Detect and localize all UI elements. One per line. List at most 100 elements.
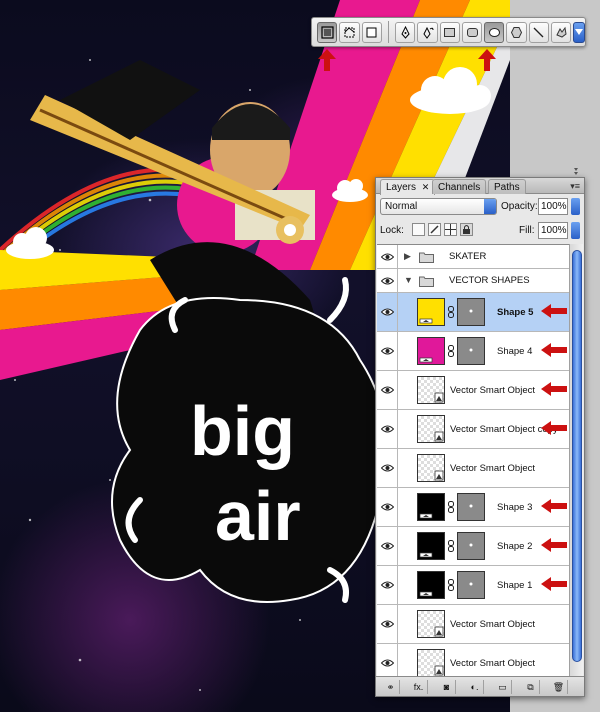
layer-thumbnail <box>417 532 445 560</box>
panel-menu-icon[interactable]: ▾≡ <box>570 181 580 192</box>
shape-layers-mode-button[interactable] <box>317 21 338 43</box>
layer-name: Shape 2 <box>497 541 533 552</box>
rounded-rectangle-tool-button[interactable] <box>461 21 483 43</box>
photoshop-workspace: big air Layers ✕ Channels Paths ▾≡ Norma… <box>0 0 600 712</box>
layer-group-row[interactable]: ▼ VECTOR SHAPES <box>377 269 569 293</box>
lock-label: Lock: <box>380 225 404 236</box>
layer-thumbnail <box>417 610 445 638</box>
tab-label: Layers <box>386 182 417 193</box>
paths-icon <box>344 26 355 37</box>
paths-mode-button[interactable] <box>339 21 360 43</box>
opacity-input[interactable]: 100% <box>538 198 568 215</box>
add-mask-icon[interactable]: ◙ <box>438 680 456 694</box>
polygon-tool-icon <box>511 26 523 38</box>
visibility-eye-icon[interactable] <box>377 371 398 409</box>
layer-list-scrollbar[interactable] <box>569 244 583 676</box>
tab-layers[interactable]: Layers ✕ <box>380 179 436 195</box>
scrollbar-thumb[interactable] <box>572 250 582 662</box>
pen-tool-icon <box>400 25 410 39</box>
layer-thumbnail <box>417 298 445 326</box>
layer-name: Shape 5 <box>497 307 534 318</box>
expanded-triangle-icon[interactable]: ▼ <box>404 275 413 285</box>
link-layers-icon[interactable]: ⚭ <box>382 680 400 694</box>
vector-mask-thumbnail <box>457 298 485 326</box>
link-icon[interactable] <box>448 306 454 318</box>
fill-pixels-icon <box>366 27 377 37</box>
shape-tool-options-bar <box>311 17 586 47</box>
lock-image-pixels-button[interactable] <box>428 223 441 236</box>
new-group-icon[interactable]: ▭ <box>494 680 512 694</box>
visibility-eye-icon[interactable] <box>377 410 398 448</box>
tab-channels[interactable]: Channels <box>432 179 487 194</box>
tab-label: Paths <box>494 182 520 193</box>
visibility-eye-icon[interactable] <box>377 566 398 604</box>
brush-icon <box>430 225 439 234</box>
link-icon[interactable] <box>448 501 454 513</box>
svg-text:big: big <box>190 392 295 470</box>
link-icon[interactable] <box>448 345 454 357</box>
blend-mode-select[interactable]: Normal <box>380 198 497 215</box>
red-arrow-left-icon <box>541 537 567 552</box>
red-arrow-up-icon <box>478 49 496 71</box>
adjustment-layer-icon[interactable]: ◐. <box>466 680 484 694</box>
layer-name: Shape 3 <box>497 502 533 513</box>
visibility-eye-icon[interactable] <box>377 605 398 643</box>
close-icon[interactable]: ✕ <box>422 182 430 192</box>
svg-text:air: air <box>215 477 301 555</box>
visibility-eye-icon[interactable] <box>377 449 398 487</box>
layer-row[interactable]: Vector Smart Object <box>377 605 569 644</box>
visibility-eye-icon[interactable] <box>377 269 398 292</box>
visibility-eye-icon[interactable] <box>377 527 398 565</box>
layer-thumbnail <box>417 493 445 521</box>
layer-thumbnail <box>417 454 445 482</box>
layer-style-icon[interactable]: fx. <box>410 680 428 694</box>
red-arrow-left-icon <box>541 381 567 396</box>
vector-mask-thumbnail <box>457 571 485 599</box>
chevron-down-icon <box>575 29 584 35</box>
move-icon <box>445 224 456 235</box>
shape-layers-icon <box>321 25 334 39</box>
collapse-panel-icon[interactable] <box>562 166 582 176</box>
tab-paths[interactable]: Paths <box>488 179 526 194</box>
layer-row[interactable]: Vector Smart Object <box>377 644 569 676</box>
layer-row[interactable]: Vector Smart Object <box>377 449 569 488</box>
lock-transparency-button[interactable] <box>412 223 425 236</box>
link-icon[interactable] <box>448 540 454 552</box>
line-tool-icon <box>533 27 544 37</box>
collapsed-triangle-icon[interactable]: ▶ <box>404 251 411 262</box>
visibility-eye-icon[interactable] <box>377 332 398 370</box>
fill-slider-button[interactable] <box>571 222 580 239</box>
lock-all-button[interactable] <box>460 223 473 236</box>
blend-mode-value: Normal <box>385 201 418 212</box>
ellipse-tool-button[interactable] <box>484 21 505 43</box>
fill-input[interactable]: 100% <box>538 222 568 239</box>
delete-layer-icon[interactable]: 🗑 <box>550 680 568 694</box>
lock-position-button[interactable] <box>444 223 457 236</box>
opacity-label: Opacity: <box>501 201 538 212</box>
vector-mask-thumbnail <box>457 532 485 560</box>
layer-name: Vector Smart Object <box>450 619 536 630</box>
opacity-slider-button[interactable] <box>571 198 580 215</box>
visibility-eye-icon[interactable] <box>377 245 398 268</box>
visibility-eye-icon[interactable] <box>377 293 398 331</box>
red-arrow-left-icon <box>541 498 567 513</box>
pen-tool-button[interactable] <box>394 21 416 43</box>
fill-pixels-mode-button[interactable] <box>361 21 382 43</box>
folder-icon <box>419 275 434 287</box>
lock-options-row: Lock: Fill: 100% <box>379 222 581 240</box>
layer-name: SKATER <box>449 251 487 262</box>
visibility-eye-icon[interactable] <box>377 488 398 526</box>
new-layer-icon[interactable]: ⧉ <box>522 680 540 694</box>
freeform-pen-button[interactable] <box>417 21 438 43</box>
polygon-tool-button[interactable] <box>506 21 527 43</box>
custom-shape-tool-button[interactable] <box>551 21 572 43</box>
visibility-eye-icon[interactable] <box>377 644 398 676</box>
rounded-rectangle-tool-icon <box>466 27 478 37</box>
line-tool-button[interactable] <box>528 21 550 43</box>
shape-picker-dropdown[interactable] <box>573 21 586 43</box>
rectangle-tool-button[interactable] <box>439 21 460 43</box>
panel-tab-bar: Layers ✕ Channels Paths ▾≡ <box>376 178 584 195</box>
layer-name: Shape 1 <box>497 580 533 591</box>
link-icon[interactable] <box>448 579 454 591</box>
layer-group-row[interactable]: ▶ SKATER <box>377 245 569 269</box>
